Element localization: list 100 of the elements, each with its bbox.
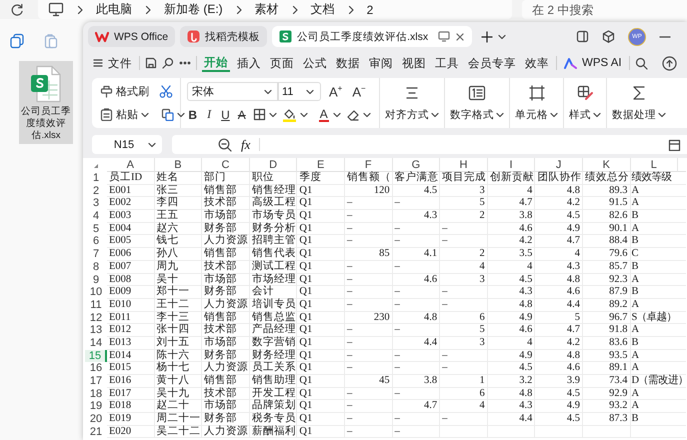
table-cell: Q1: [297, 362, 345, 375]
table-cell: E004: [107, 222, 155, 236]
cube-icon[interactable]: [602, 30, 615, 43]
plus-icon[interactable]: [481, 30, 494, 42]
row-header[interactable]: 14: [85, 336, 107, 350]
row-header[interactable]: 18: [85, 388, 107, 400]
bold-button[interactable]: B: [187, 108, 198, 122]
breadcrumb-item[interactable]: 文档: [310, 1, 335, 18]
row-header[interactable]: 19: [85, 400, 107, 414]
column-header[interactable]: D: [250, 158, 298, 172]
breadcrumb-item[interactable]: 新加卷 (E:): [164, 1, 223, 18]
eraser-icon[interactable]: [346, 108, 360, 120]
column-header[interactable]: B: [154, 158, 202, 172]
table-cell: Q1: [297, 197, 345, 210]
formula-field[interactable]: fx: [172, 135, 687, 154]
row-header[interactable]: 16: [85, 362, 107, 375]
table-cell: 人力资源: [202, 235, 250, 248]
table-cell: 杨十七: [154, 362, 202, 375]
menu-tab[interactable]: 页面: [268, 53, 296, 73]
column-header[interactable]: I: [488, 158, 536, 172]
file-item[interactable]: 公司员工季度绩效评估.xlsx: [19, 61, 73, 144]
menu-tab[interactable]: 效率: [523, 53, 551, 73]
increase-font-button[interactable]: A$^{+}$: [327, 84, 344, 100]
row-header[interactable]: 9: [85, 274, 107, 286]
decrease-font-button[interactable]: A$^{−}$: [350, 84, 368, 100]
paste-button[interactable]: 粘贴: [98, 106, 151, 124]
upload-icon[interactable]: [662, 56, 677, 70]
menu-tab[interactable]: 工具: [433, 53, 461, 73]
row-header[interactable]: 7: [85, 248, 107, 261]
row-header[interactable]: 13: [85, 324, 107, 337]
ribbon-button[interactable]: 数据处理: [607, 78, 671, 128]
ribbon-button[interactable]: 单元格: [510, 78, 564, 128]
save-icon[interactable]: [145, 57, 157, 69]
fill-color-icon[interactable]: [282, 108, 296, 122]
menu-tab[interactable]: 数据: [334, 53, 362, 73]
row-header[interactable]: 5: [85, 222, 107, 236]
column-header[interactable]: C: [202, 158, 250, 172]
table-cell: B: [630, 336, 686, 350]
underline-button[interactable]: U: [220, 108, 232, 122]
breadcrumb-item[interactable]: 此电脑: [96, 1, 132, 18]
table-cell: 职位: [250, 172, 298, 185]
scissors-icon[interactable]: [159, 85, 173, 98]
column-header[interactable]: E: [297, 158, 345, 172]
caret-down-icon: [498, 34, 506, 40]
ribbon-button[interactable]: 对齐方式: [380, 78, 445, 128]
breadcrumb-item[interactable]: 2: [366, 2, 374, 16]
column-header[interactable]: K: [582, 158, 631, 172]
row-header[interactable]: 12: [85, 312, 107, 324]
column-header[interactable]: J: [535, 158, 583, 172]
tab[interactable]: 公司员工季度绩效评估.xlsx: [272, 26, 472, 47]
ribbon-button[interactable]: 数字格式: [445, 78, 510, 128]
menu-tab[interactable]: 审阅: [367, 53, 395, 73]
menu-tab[interactable]: 公式: [301, 53, 329, 73]
ribbon-button[interactable]: 样式: [564, 78, 607, 128]
tab[interactable]: WPS Office: [88, 26, 176, 47]
menu-tab[interactable]: 插入: [235, 53, 263, 73]
row-header[interactable]: 1: [85, 172, 107, 185]
select-all-icon[interactable]: [93, 163, 99, 169]
column-header[interactable]: H: [440, 158, 488, 172]
column-header[interactable]: A: [107, 158, 155, 172]
tab[interactable]: 找稻壳模板: [180, 26, 268, 47]
row-header[interactable]: 8: [85, 260, 107, 274]
window-icon[interactable]: [576, 30, 589, 43]
row-header[interactable]: 4: [85, 210, 107, 223]
row-header[interactable]: 2: [85, 184, 107, 198]
breadcrumb-item[interactable]: 素材: [254, 1, 279, 18]
column-header[interactable]: G: [392, 158, 440, 172]
strike-button[interactable]: A: [236, 108, 248, 122]
format-painter-button[interactable]: 格式刷: [98, 82, 151, 100]
font-color-button[interactable]: A: [318, 108, 329, 122]
row-header[interactable]: 3: [85, 197, 107, 210]
row-header[interactable]: 10: [85, 286, 107, 299]
font-size-dropdown[interactable]: 11: [277, 82, 321, 101]
address-bar[interactable]: 此电脑 新加卷 (E:) 素材 文档 2: [38, 0, 512, 19]
row-header[interactable]: 20: [85, 413, 107, 426]
copy-icon[interactable]: [9, 33, 25, 49]
clipboard-icon[interactable]: [43, 33, 59, 49]
italic-button[interactable]: I: [203, 107, 215, 122]
font-dropdown[interactable]: 宋体: [187, 82, 279, 101]
name-box[interactable]: N15: [92, 135, 162, 154]
column-header[interactable]: F: [344, 158, 393, 172]
refresh-icon[interactable]: [10, 2, 24, 16]
search-icon[interactable]: [634, 56, 648, 70]
ai-button[interactable]: WPS AI: [562, 53, 624, 73]
row-header[interactable]: 6: [85, 235, 107, 248]
borders-icon[interactable]: [252, 108, 266, 121]
menu-tab[interactable]: 视图: [400, 53, 428, 73]
file-menu[interactable]: 文件: [91, 53, 134, 73]
table-cell: 4.9: [488, 312, 536, 324]
close-icon[interactable]: [455, 32, 466, 42]
row-header[interactable]: 11: [85, 298, 107, 312]
search-field[interactable]: 在 2 中搜索: [522, 0, 687, 19]
menu-tab[interactable]: 会员专享: [466, 53, 518, 73]
search-icon[interactable]: [162, 57, 174, 69]
table-cell: 李十三: [154, 312, 202, 324]
table-cell: 团队协作: [535, 172, 583, 185]
monitor-icon[interactable]: [438, 31, 450, 42]
row-header[interactable]: 21: [85, 426, 107, 438]
column-header[interactable]: L: [630, 158, 678, 172]
row-header[interactable]: 17: [85, 375, 107, 388]
